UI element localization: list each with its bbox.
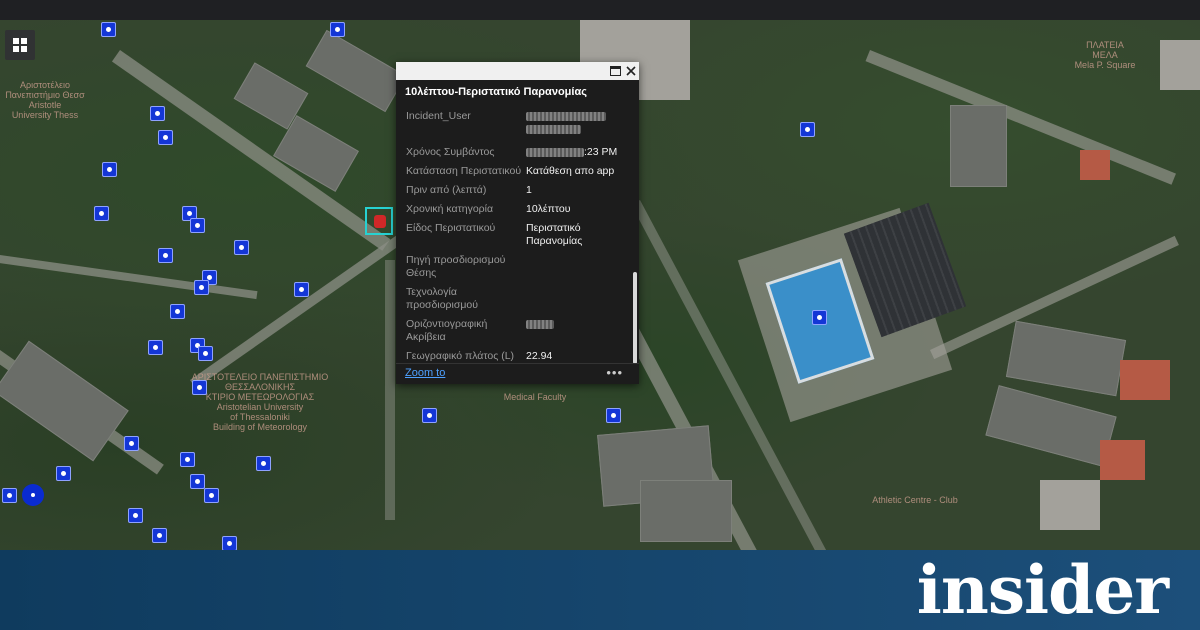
field-value: 22.94: [526, 350, 553, 362]
building: [1160, 40, 1200, 90]
incident-marker[interactable]: [56, 466, 71, 481]
incident-marker[interactable]: [204, 488, 219, 503]
building: [1100, 440, 1145, 480]
more-actions-button[interactable]: •••: [606, 365, 623, 380]
building: [1040, 480, 1100, 530]
incident-marker[interactable]: [256, 456, 271, 471]
road: [385, 260, 395, 520]
popup-title: 10λέπτου-Περιστατικό Παρανομίας: [405, 86, 587, 98]
incident-marker[interactable]: [190, 474, 205, 489]
incident-marker[interactable]: [294, 282, 309, 297]
selected-incident-marker[interactable]: [365, 207, 393, 235]
field-row: Πηγή προσδιορισμού Θέσης: [396, 254, 631, 280]
building: [1080, 150, 1110, 180]
popup-footer: Zoom to •••: [396, 363, 639, 384]
field-value-redacted: [526, 318, 626, 344]
field-label: Πριν από (λεπτά): [406, 184, 487, 196]
field-value-text: :23 PM: [584, 146, 618, 158]
field-value: Περιστατικό Παρανομίας: [526, 222, 583, 247]
field-value: 1: [526, 184, 532, 196]
incident-marker[interactable]: [94, 206, 109, 221]
field-row: Τεχνολογία προσδιορισμού: [396, 286, 631, 312]
map-label: Athletic Centre - Club: [872, 495, 958, 505]
close-icon: [626, 66, 636, 76]
incident-marker[interactable]: [194, 280, 209, 295]
field-value: 10λέπτου: [526, 203, 571, 215]
close-button[interactable]: [623, 63, 639, 79]
incident-marker[interactable]: [198, 346, 213, 361]
popup-scrollbar[interactable]: [633, 272, 637, 364]
incident-marker[interactable]: [812, 310, 827, 325]
incident-marker[interactable]: [2, 488, 17, 503]
incident-red-icon: [374, 215, 386, 228]
brand-banner: insider: [0, 550, 1200, 630]
dock-icon: [609, 66, 621, 76]
field-label: Κατάσταση Περιστατικού: [406, 165, 522, 177]
incident-marker[interactable]: [422, 408, 437, 423]
incident-marker[interactable]: [180, 452, 195, 467]
road: [865, 50, 1176, 185]
incident-marker[interactable]: [101, 22, 116, 37]
field-label: Γεωγραφικό πλάτος (L): [406, 350, 515, 362]
incident-marker[interactable]: [234, 240, 249, 255]
field-row: Incident_User: [396, 110, 631, 136]
popup-header: [396, 62, 639, 80]
incident-marker[interactable]: [102, 162, 117, 177]
incident-marker[interactable]: [152, 528, 167, 543]
incident-marker[interactable]: [158, 130, 173, 145]
field-value: [526, 254, 626, 280]
incident-marker[interactable]: [330, 22, 345, 37]
incident-marker[interactable]: [128, 508, 143, 523]
top-bar: [0, 0, 1200, 20]
basemap-gallery-button[interactable]: [5, 30, 35, 60]
building: [305, 29, 407, 113]
brand-logo: insider: [916, 551, 1169, 629]
field-row: Οριζοντιογραφική Ακρίβεια: [396, 318, 631, 344]
grid-icon: [13, 38, 27, 52]
field-label: Χρονική κατηγορία: [406, 203, 494, 215]
field-value: [526, 286, 626, 312]
incident-marker[interactable]: [800, 122, 815, 137]
incident-marker[interactable]: [192, 380, 207, 395]
field-row: Χρονική κατηγορία 10λέπτου: [396, 203, 631, 216]
incident-marker[interactable]: [222, 536, 237, 550]
field-row: Κατάσταση Περιστατικού Κατάθεση απο app: [396, 165, 631, 178]
field-label: Οριζοντιογραφική Ακρίβεια: [406, 318, 488, 343]
map-label: Medical Faculty: [503, 392, 567, 402]
road: [0, 255, 258, 300]
field-label: Χρόνος Συμβάντος: [406, 146, 495, 158]
incident-marker[interactable]: [124, 436, 139, 451]
building: [1120, 360, 1170, 400]
field-label: Είδος Περιστατικού: [406, 222, 496, 234]
field-value: Κατάθεση απο app: [526, 165, 615, 177]
incident-cluster-marker[interactable]: [22, 484, 44, 506]
incident-marker[interactable]: [606, 408, 621, 423]
building: [0, 340, 129, 462]
building: [950, 105, 1007, 187]
field-label: Incident_User: [406, 110, 471, 122]
building: [1005, 320, 1127, 397]
field-label: Τεχνολογία προσδιορισμού: [406, 286, 478, 311]
building: [985, 385, 1117, 467]
popup-fields: Incident_User Χρόνος Συμβάντος :23 PM Κα…: [396, 110, 631, 364]
field-row: Χρόνος Συμβάντος :23 PM: [396, 146, 631, 159]
field-value-redacted: [526, 110, 626, 136]
incident-marker[interactable]: [190, 218, 205, 233]
incident-marker[interactable]: [148, 340, 163, 355]
field-row: Είδος Περιστατικού Περιστατικό Παρανομία…: [396, 222, 631, 248]
field-value: :23 PM: [526, 146, 626, 159]
building: [640, 480, 732, 542]
map-label: Αριστοτέλειο Πανεπιστήμιο Θεσσ Aristotle…: [5, 80, 85, 120]
map-label: ΠΛΑΤΕΙΑ ΜΕΛΑ Mela P. Square: [1074, 40, 1136, 70]
dock-button[interactable]: [607, 63, 623, 79]
incident-marker[interactable]: [150, 106, 165, 121]
field-row: Γεωγραφικό πλάτος (L) 22.94: [396, 350, 631, 363]
incident-marker[interactable]: [158, 248, 173, 263]
incident-marker[interactable]: [170, 304, 185, 319]
field-row: Πριν από (λεπτά) 1: [396, 184, 631, 197]
zoom-to-link[interactable]: Zoom to: [405, 367, 445, 379]
field-label: Πηγή προσδιορισμού Θέσης: [406, 254, 506, 279]
incident-popup: 10λέπτου-Περιστατικό Παρανομίας Incident…: [396, 62, 639, 384]
